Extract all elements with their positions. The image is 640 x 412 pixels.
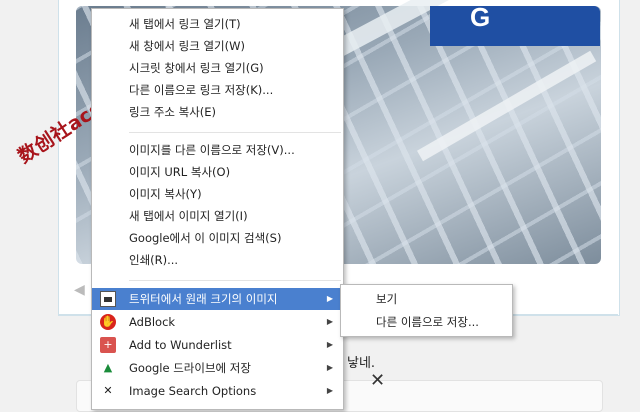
menu-item-label: Google 드라이브에 저장 [129, 361, 251, 375]
menu-item-image-search-options[interactable]: ✕ Image Search Options ▶ [92, 380, 343, 402]
wunderlist-icon: + [100, 337, 116, 353]
menu-separator [129, 132, 341, 133]
menu-item-label: 이미지 URL 복사(O) [129, 165, 231, 179]
menu-item-label: 시크릿 창에서 링크 열기(G) [129, 61, 264, 75]
menu-item-label: AdBlock [129, 315, 176, 329]
menu-item-open-link-new-tab[interactable]: 새 탭에서 링크 열기(T) [92, 13, 343, 35]
submenu-arrow-icon: ▶ [326, 317, 333, 326]
adblock-icon: ✋ [100, 314, 116, 330]
submenu-item-view[interactable]: 보기 [341, 288, 512, 310]
menu-item-print[interactable]: 인쇄(R)... [92, 249, 343, 271]
menu-item-label: 이미지 복사(Y) [129, 187, 202, 201]
menu-item-twitter-original-image[interactable]: 트위터에서 원래 크기의 이미지 ▶ [92, 288, 343, 310]
submenu: 보기 다른 이름으로 저장... [340, 284, 513, 337]
menu-item-label: 인쇄(R)... [129, 253, 179, 267]
close-icon[interactable]: ✕ [370, 370, 385, 391]
menu-item-adblock[interactable]: ✋ AdBlock ▶ [92, 311, 343, 333]
menu-item-label: 트위터에서 원래 크기의 이미지 [129, 292, 278, 306]
tweet-text: 낳네. [347, 356, 376, 371]
menu-item-add-to-wunderlist[interactable]: + Add to Wunderlist ▶ [92, 334, 343, 356]
menu-item-label: 새 탭에서 이미지 열기(I) [129, 209, 248, 223]
image-icon [100, 291, 116, 307]
menu-separator [129, 280, 341, 281]
submenu-item-save-as[interactable]: 다른 이름으로 저장... [341, 311, 512, 333]
menu-item-save-link-as[interactable]: 다른 이름으로 링크 저장(K)... [92, 79, 343, 101]
menu-item-label: 이미지를 다른 이름으로 저장(V)... [129, 143, 295, 157]
menu-item-copy-image[interactable]: 이미지 복사(Y) [92, 183, 343, 205]
menu-item-open-image-new-tab[interactable]: 새 탭에서 이미지 열기(I) [92, 205, 343, 227]
menu-item-label: Add to Wunderlist [129, 338, 232, 352]
menu-item-label: 다른 이름으로 링크 저장(K)... [129, 83, 274, 97]
submenu-item-label: 다른 이름으로 저장... [376, 315, 479, 329]
menu-item-open-link-new-window[interactable]: 새 창에서 링크 열기(W) [92, 35, 343, 57]
menu-item-open-link-incognito[interactable]: 시크릿 창에서 링크 열기(G) [92, 57, 343, 79]
submenu-arrow-icon: ▶ [326, 386, 333, 395]
menu-item-save-to-google-drive[interactable]: ▲ Google 드라이브에 저장 ▶ [92, 357, 343, 379]
google-drive-icon: ▲ [103, 361, 113, 374]
menu-item-label: 새 탭에서 링크 열기(T) [129, 17, 241, 31]
photo-sign-letter: G [470, 2, 491, 32]
menu-item-label: Google에서 이 이미지 검색(S) [129, 231, 282, 245]
photo-sign [430, 6, 600, 46]
share-arrow-icon[interactable]: ◀ [74, 282, 85, 298]
submenu-arrow-icon: ▶ [326, 340, 333, 349]
context-menu: 새 탭에서 링크 열기(T) 새 창에서 링크 열기(W) 시크릿 창에서 링크… [91, 8, 344, 410]
image-search-icon: ✕ [103, 384, 113, 397]
submenu-arrow-icon: ▶ [326, 294, 333, 303]
menu-item-search-image-google[interactable]: Google에서 이 이미지 검색(S) [92, 227, 343, 249]
menu-item-label: 새 창에서 링크 열기(W) [129, 39, 245, 53]
menu-item-save-image-as[interactable]: 이미지를 다른 이름으로 저장(V)... [92, 139, 343, 161]
menu-item-label: Image Search Options [129, 384, 257, 398]
menu-item-label: 링크 주소 복사(E) [129, 105, 217, 119]
submenu-arrow-icon: ▶ [326, 363, 333, 372]
menu-item-copy-link-address[interactable]: 링크 주소 복사(E) [92, 101, 343, 123]
menu-item-copy-image-url[interactable]: 이미지 URL 복사(O) [92, 161, 343, 183]
submenu-item-label: 보기 [376, 292, 398, 306]
